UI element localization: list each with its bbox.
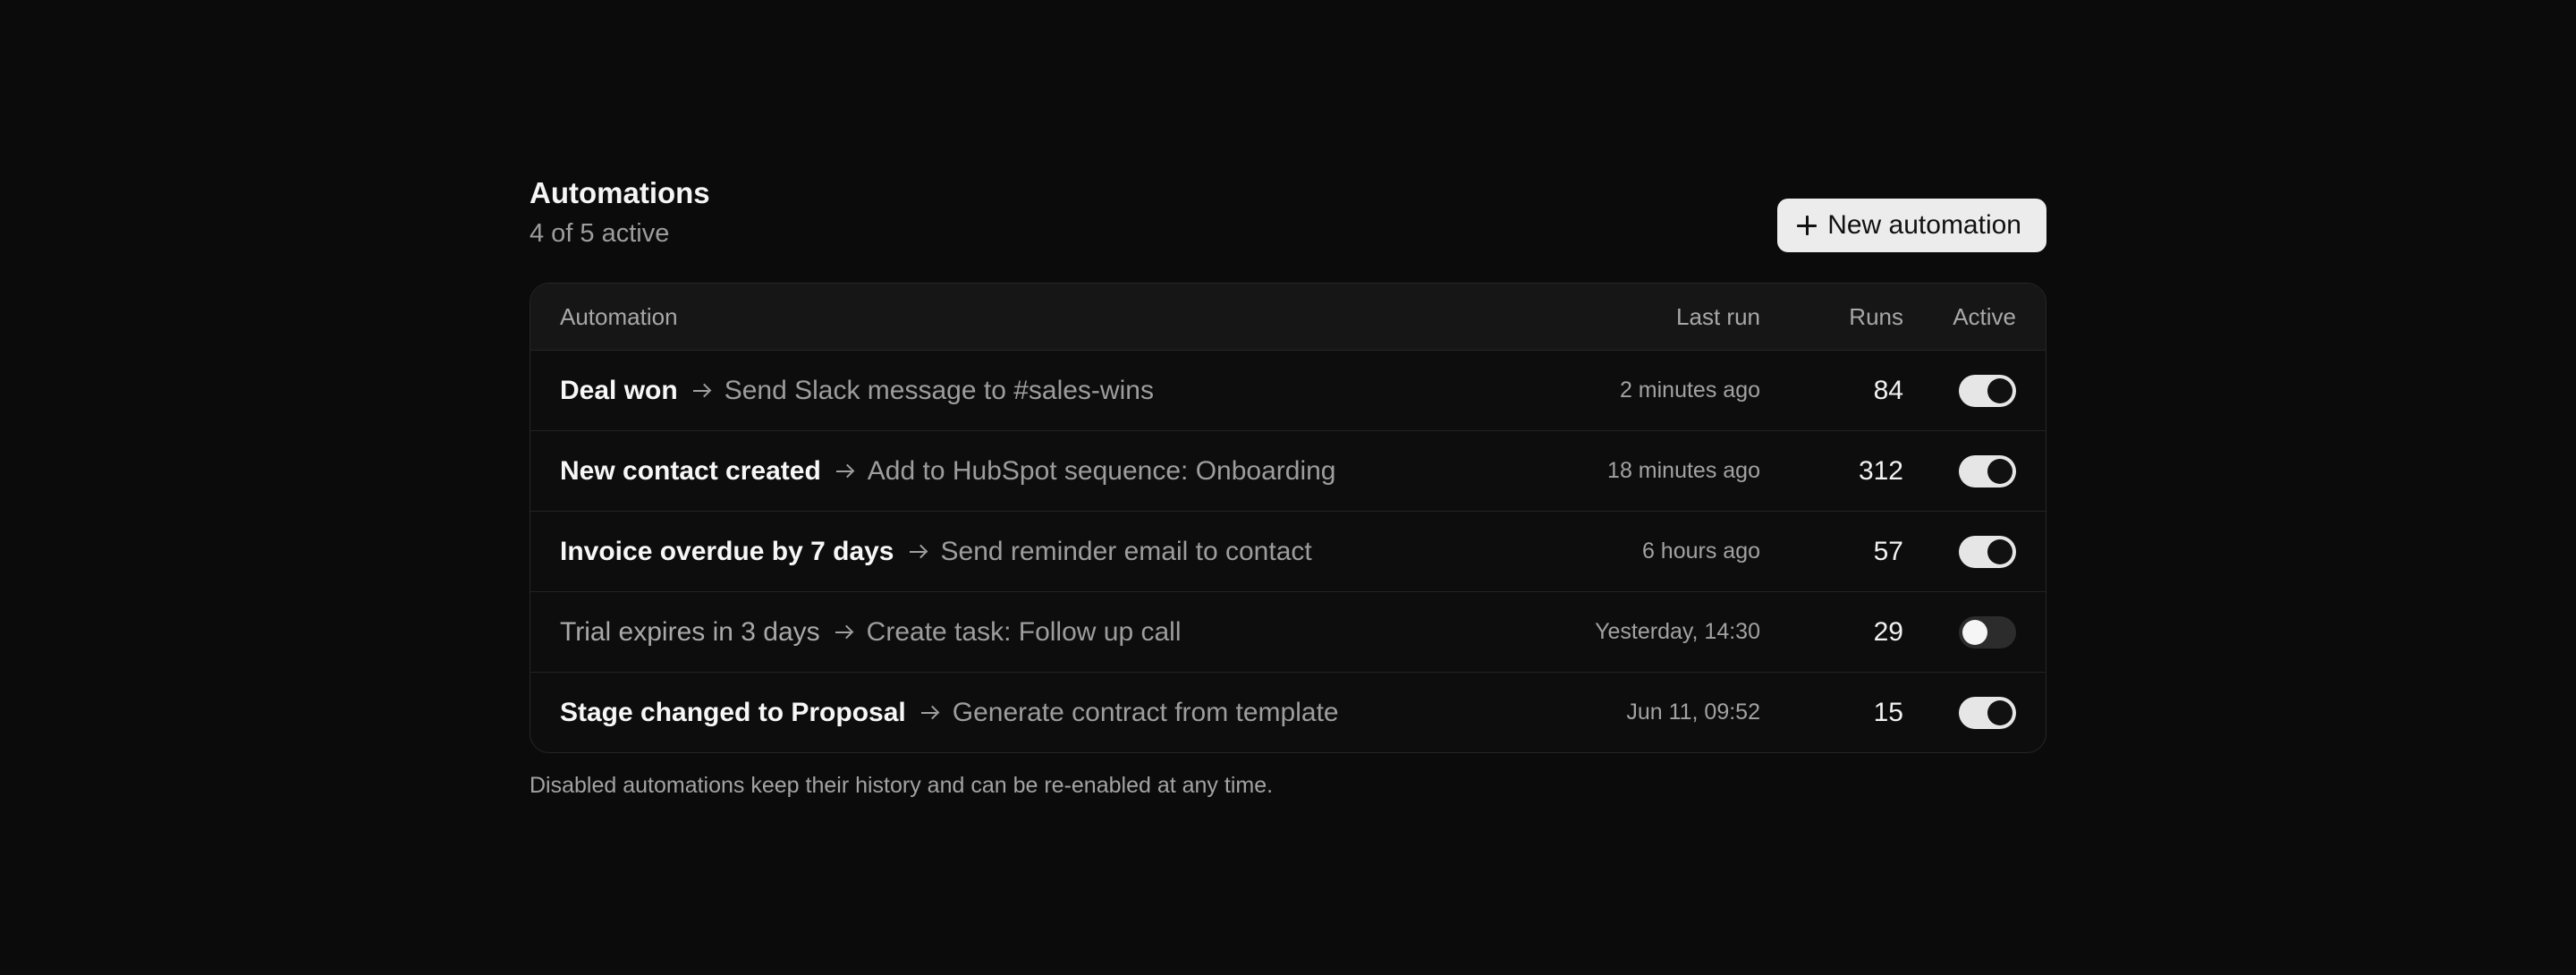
active-count: 4 of 5 active xyxy=(530,219,670,248)
active-toggle[interactable] xyxy=(1959,696,2016,729)
automations-table: Automation Last run Runs Active Deal won… xyxy=(530,283,2046,753)
automations-panel: Automations 4 of 5 active New automation… xyxy=(530,175,2046,798)
new-automation-button[interactable]: New automation xyxy=(1777,199,2046,252)
column-header-automation: Automation xyxy=(560,302,678,330)
automation-trigger: Invoice overdue by 7 days xyxy=(560,536,894,566)
automation-action: Create task: Follow up call xyxy=(866,616,1182,647)
last-run: Yesterday, 14:30 xyxy=(1595,619,1760,644)
table-row[interactable]: Deal won Send Slack message to #sales-wi… xyxy=(530,351,2046,431)
table-row[interactable]: Trial expires in 3 days Create task: Fol… xyxy=(530,592,2046,673)
automation-trigger: Trial expires in 3 days xyxy=(560,616,820,647)
active-toggle[interactable] xyxy=(1959,535,2016,568)
last-run: 2 minutes ago xyxy=(1619,377,1760,403)
footnote: Disabled automations keep their history … xyxy=(530,773,1274,798)
column-header-last-run: Last run xyxy=(1676,302,1760,330)
arrow-right-icon xyxy=(692,382,710,400)
table-header: Automation Last run Runs Active xyxy=(530,284,2046,351)
active-toggle[interactable] xyxy=(1959,615,2016,649)
panel-header: Automations 4 of 5 active New automation xyxy=(530,175,2046,283)
column-header-active: Active xyxy=(1953,302,2016,330)
automation-trigger: New contact created xyxy=(560,455,821,486)
column-header-runs: Runs xyxy=(1849,302,1903,330)
active-toggle[interactable] xyxy=(1959,374,2016,407)
run-count: 84 xyxy=(1873,375,1903,405)
automation-action: Send Slack message to #sales-wins xyxy=(724,375,1154,405)
toggle-knob xyxy=(1987,458,2012,484)
automation-action: Generate contract from template xyxy=(952,697,1339,727)
run-count: 57 xyxy=(1873,536,1903,566)
arrow-right-icon xyxy=(909,543,927,561)
table-row[interactable]: Invoice overdue by 7 days Send reminder … xyxy=(530,512,2046,592)
automation-action: Add to HubSpot sequence: Onboarding xyxy=(867,455,1336,486)
new-automation-label: New automation xyxy=(1827,210,2021,240)
toggle-knob xyxy=(1962,619,1987,645)
table-row[interactable]: Stage changed to Proposal Generate contr… xyxy=(530,673,2046,752)
toggle-knob xyxy=(1987,699,2012,725)
active-toggle[interactable] xyxy=(1959,454,2016,488)
last-run: 18 minutes ago xyxy=(1607,458,1760,483)
toggle-knob xyxy=(1987,538,2012,564)
run-count: 15 xyxy=(1873,697,1903,727)
page-title: Automations xyxy=(530,176,710,209)
last-run: 6 hours ago xyxy=(1641,538,1760,564)
arrow-right-icon xyxy=(920,704,938,722)
arrow-right-icon xyxy=(835,623,852,641)
automation-trigger: Deal won xyxy=(560,375,678,405)
toggle-knob xyxy=(1987,377,2012,403)
plus-icon xyxy=(1797,216,1818,235)
automation-trigger: Stage changed to Proposal xyxy=(560,697,906,727)
run-count: 29 xyxy=(1873,616,1903,647)
table-row[interactable]: New contact created Add to HubSpot seque… xyxy=(530,431,2046,512)
automation-action: Send reminder email to contact xyxy=(940,536,1312,566)
arrow-right-icon xyxy=(835,462,853,480)
run-count: 312 xyxy=(1858,455,1903,486)
last-run: Jun 11, 09:52 xyxy=(1626,699,1760,725)
